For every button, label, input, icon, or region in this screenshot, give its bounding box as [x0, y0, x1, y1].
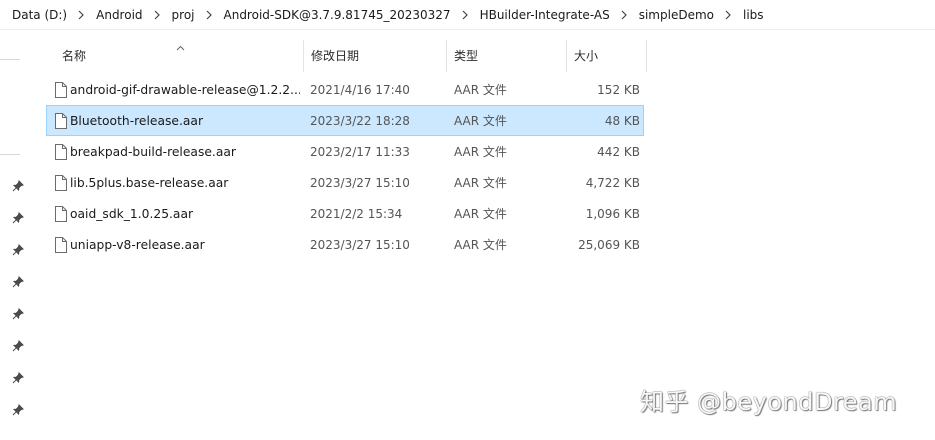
file-date: 2023/2/17 11:33 [310, 144, 410, 159]
file-size: 152 KB [597, 82, 640, 97]
chevron-right-icon[interactable] [725, 10, 732, 20]
file-name: lib.5plus.base-release.aar [70, 175, 229, 190]
breadcrumb-item-android[interactable]: Android [95, 8, 143, 22]
file-icon [55, 106, 68, 135]
file-name: oaid_sdk_1.0.25.aar [70, 206, 194, 221]
file-date: 2023/3/27 15:10 [310, 237, 410, 252]
column-size[interactable]: 大小 [566, 38, 646, 72]
breadcrumb-item-proj[interactable]: proj [171, 8, 196, 22]
file-explorer-window: Data (D:) Android proj Android-SDK@3.7.9… [0, 0, 935, 440]
file-size: 48 KB [604, 113, 640, 128]
breadcrumb-item-sdk[interactable]: Android-SDK@3.7.9.81745_20230327 [223, 8, 452, 22]
file-row[interactable]: oaid_sdk_1.0.25.aar 2021/2/2 15:34 AAR 文… [46, 198, 644, 229]
pin-icon[interactable] [12, 340, 24, 352]
pin-icon[interactable] [12, 244, 24, 256]
column-date[interactable]: 修改日期 [303, 38, 447, 72]
file-date: 2021/2/2 15:34 [310, 206, 403, 221]
file-name: Bluetooth-release.aar [70, 113, 204, 128]
pin-icon[interactable] [12, 404, 24, 416]
breadcrumb-item-libs[interactable]: libs [742, 8, 765, 22]
file-date: 2023/3/22 18:28 [310, 113, 410, 128]
navigation-pane [0, 30, 30, 440]
breadcrumb: Data (D:) Android proj Android-SDK@3.7.9… [0, 0, 935, 30]
file-type: AAR 文件 [454, 176, 507, 190]
file-name: uniapp-v8-release.aar [70, 237, 205, 252]
pin-icon[interactable] [12, 372, 24, 384]
file-size: 442 KB [597, 144, 640, 159]
column-divider[interactable] [646, 40, 647, 72]
nav-divider [0, 154, 20, 155]
pin-icon[interactable] [12, 212, 24, 224]
file-icon [55, 137, 68, 166]
file-icon [55, 75, 68, 104]
file-row[interactable]: breakpad-build-release.aar 2023/2/17 11:… [46, 136, 644, 167]
breadcrumb-item-simpledemo[interactable]: simpleDemo [638, 8, 715, 22]
file-type: AAR 文件 [454, 114, 507, 128]
file-type: AAR 文件 [454, 83, 507, 97]
chevron-right-icon[interactable] [462, 10, 469, 20]
column-header: 名称 修改日期 类型 大小 [46, 38, 647, 72]
file-type: AAR 文件 [454, 238, 507, 252]
pin-icon[interactable] [12, 276, 24, 288]
file-row[interactable]: Bluetooth-release.aar 2023/3/22 18:28 AA… [46, 105, 644, 136]
file-name: android-gif-drawable-release@1.2.2... [70, 82, 300, 97]
file-row[interactable]: uniapp-v8-release.aar 2023/3/27 15:10 AA… [46, 229, 644, 260]
chevron-right-icon[interactable] [78, 10, 85, 20]
file-name: breakpad-build-release.aar [70, 144, 236, 159]
file-size: 4,722 KB [585, 175, 640, 190]
file-date: 2023/3/27 15:10 [310, 175, 410, 190]
file-icon [55, 199, 68, 228]
file-icon [55, 168, 68, 197]
breadcrumb-item-hbuilder[interactable]: HBuilder-Integrate-AS [479, 8, 611, 22]
pin-icon[interactable] [12, 308, 24, 320]
nav-divider [0, 59, 20, 60]
breadcrumb-item-drive[interactable]: Data (D:) [11, 8, 68, 22]
file-row[interactable]: lib.5plus.base-release.aar 2023/3/27 15:… [46, 167, 644, 198]
file-row[interactable]: android-gif-drawable-release@1.2.2... 20… [46, 74, 644, 105]
file-type: AAR 文件 [454, 207, 507, 221]
zhihu-watermark: 知乎 @beyondDream [640, 388, 898, 416]
pin-icon[interactable] [12, 180, 24, 192]
file-type: AAR 文件 [454, 145, 507, 159]
chevron-right-icon[interactable] [154, 10, 161, 20]
column-type[interactable]: 类型 [446, 38, 565, 72]
file-size: 1,096 KB [585, 206, 640, 221]
file-icon [55, 230, 68, 259]
chevron-right-icon[interactable] [206, 10, 213, 20]
file-date: 2021/4/16 17:40 [310, 82, 410, 97]
column-name[interactable]: 名称 [54, 38, 302, 72]
file-list: android-gif-drawable-release@1.2.2... 20… [46, 74, 644, 260]
chevron-right-icon[interactable] [621, 10, 628, 20]
file-size: 25,069 KB [578, 237, 640, 252]
